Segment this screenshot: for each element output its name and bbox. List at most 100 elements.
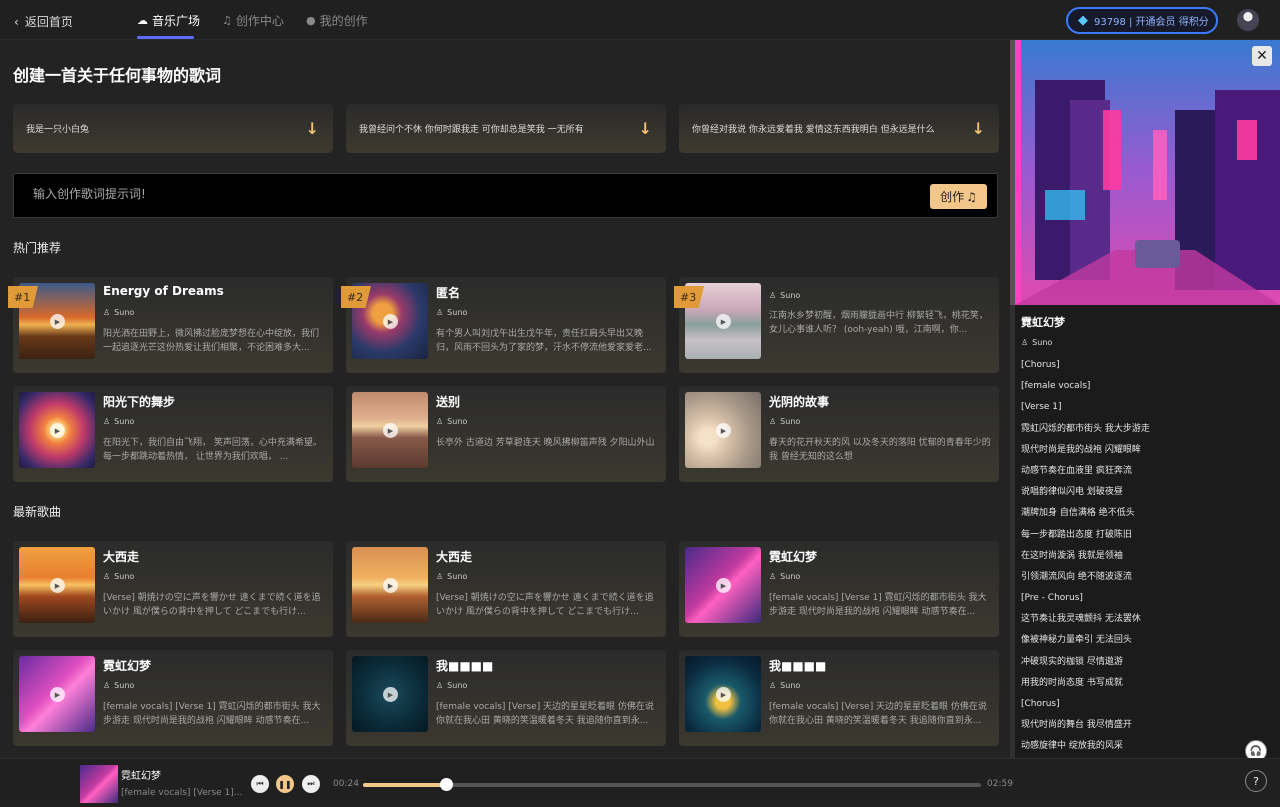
song-card[interactable]: ▶ #3 ♙ Suno 江南水乡梦初醒，烟雨朦胧画中行 柳絮轻飞，桃花笑，女儿心事… bbox=[674, 277, 999, 373]
lyric-line: 动感节奏在血液里 疯狂奔流 bbox=[1021, 465, 1132, 476]
back-home-link[interactable]: ‹ 返回首页 bbox=[14, 13, 73, 30]
song-card[interactable]: ▶ 霓虹幻梦 ♙ Suno [female vocals] [Verse 1] 霓… bbox=[13, 650, 333, 746]
song-card[interactable]: ▶ 光阴的故事 ♙ Suno 春天的花开秋天的风 以及冬天的落阳 忧郁的青春年少的… bbox=[679, 386, 999, 482]
next-icon[interactable]: ⏭ bbox=[302, 775, 320, 793]
play-icon[interactable]: ▶ bbox=[716, 687, 731, 702]
song-title: 霓虹幻梦 bbox=[769, 550, 818, 564]
play-icon[interactable]: ▶ bbox=[50, 578, 65, 593]
play-icon[interactable]: ▶ bbox=[716, 578, 731, 593]
active-tab-indicator bbox=[137, 36, 194, 39]
lyric-line: [female vocals] bbox=[1021, 381, 1091, 392]
song-cover: ▶ bbox=[352, 656, 428, 732]
tab-my-creations[interactable]: ● 我的创作 bbox=[306, 12, 368, 29]
song-desc: [female vocals] [Verse] 天边的星星眨着眼 仿佛在说你就在… bbox=[769, 702, 987, 726]
song-cover: ▶ bbox=[19, 656, 95, 732]
play-icon[interactable]: ▶ bbox=[383, 578, 398, 593]
vip-button[interactable]: ◆ 93798 | 开通会员 得积分 bbox=[1066, 7, 1218, 34]
song-card[interactable]: ▶ 大西走 ♙ Suno [Verse] 朝焼けの空に声を響かせ 遠くまで続く道を… bbox=[13, 541, 333, 637]
play-icon[interactable]: ▶ bbox=[383, 423, 398, 438]
lyric-line: 现代时尚是我的战袍 闪耀眼眸 bbox=[1021, 444, 1141, 455]
tab-music-square[interactable]: ☁ 音乐广场 bbox=[137, 12, 200, 29]
prev-icon[interactable]: ⏮ bbox=[251, 775, 269, 793]
play-icon[interactable]: ▶ bbox=[716, 314, 731, 329]
song-author: ♙ Suno bbox=[103, 417, 134, 426]
prompt-text: 我是一只小白兔 bbox=[26, 125, 90, 135]
song-author: ♙ Suno bbox=[436, 417, 467, 426]
lyric-line: 每一步都踏出态度 打破陈旧 bbox=[1021, 529, 1132, 540]
song-desc: 在阳光下，我们自由飞翔， 笑声回荡，心中充满希望。 每一步都跳动着热情， 让世界… bbox=[103, 438, 322, 462]
prompt-text: 你曾经对我说 你永远爱着我 爱情这东西我明白 但永远是什么 bbox=[692, 125, 935, 135]
song-title: 大西走 bbox=[103, 550, 140, 564]
detail-song-author: ♙ Suno bbox=[1021, 338, 1052, 347]
user-icon: ♙ bbox=[769, 681, 777, 690]
song-title: 我■■■■ bbox=[769, 659, 827, 673]
song-author: ♙ Suno bbox=[436, 681, 467, 690]
song-title: 大西走 bbox=[436, 550, 473, 564]
song-desc: [Verse] 朝焼けの空に声を響かせ 遠くまで続く道を追いかけ 風が僕らの背中… bbox=[103, 593, 321, 617]
prompt-suggestion[interactable]: 我曾经问个不休 你何时跟我走 可你却总是笑我 一无所有 ↓ bbox=[346, 104, 666, 153]
lyric-line: [Pre - Chorus] bbox=[1021, 593, 1083, 604]
author-name: Suno bbox=[447, 681, 468, 690]
avatar[interactable] bbox=[1237, 9, 1259, 31]
song-card[interactable]: ▶ 大西走 ♙ Suno [Verse] 朝焼けの空に声を響かせ 遠くまで続く道を… bbox=[346, 541, 666, 637]
play-icon[interactable]: ▶ bbox=[50, 687, 65, 702]
create-button[interactable]: 创作 ♫ bbox=[930, 184, 987, 209]
lyrics-list: [Chorus] [female vocals] [Verse 1] 霓虹闪烁的… bbox=[1021, 358, 1271, 758]
user-icon: ♙ bbox=[103, 572, 111, 581]
lyric-line: 这节奏让我灵魂颤抖 无法罢休 bbox=[1021, 614, 1141, 625]
player-subtitle: [female vocals] [Verse 1]... bbox=[121, 788, 243, 798]
play-icon[interactable]: ▶ bbox=[50, 423, 65, 438]
song-cover: ▶ bbox=[19, 547, 95, 623]
song-card[interactable]: ▶ #2 匿名 ♙ Suno 有个男人叫刘戊午出生戊午年，责任扛肩头早出又晚归，风… bbox=[341, 277, 666, 373]
song-author: ♙ Suno bbox=[436, 572, 467, 581]
lyric-line: 引领潮流风向 绝不随波逐流 bbox=[1021, 571, 1132, 582]
progress-knob[interactable] bbox=[439, 778, 453, 791]
help-icon[interactable]: ? bbox=[1245, 770, 1267, 792]
prompt-suggestion[interactable]: 我是一只小白兔 ↓ bbox=[13, 104, 333, 153]
song-desc: 春天的花开秋天的风 以及冬天的落阳 忧郁的青春年少的我 曾经无知的这么想 bbox=[769, 438, 991, 462]
play-icon[interactable]: ▶ bbox=[50, 314, 65, 329]
song-card[interactable]: ▶ 送别 ♙ Suno 长亭外 古道边 芳草碧连天 晚风拂柳笛声残 夕阳山外山 bbox=[346, 386, 666, 482]
tab-creation-center[interactable]: ♫ 创作中心 bbox=[222, 12, 284, 29]
lyric-line: 说唱韵律似闪电 划破夜昼 bbox=[1021, 487, 1123, 498]
vip-label: 93798 | 开通会员 得积分 bbox=[1094, 17, 1209, 28]
song-card[interactable]: ▶ 我■■■■ ♙ Suno [female vocals] [Verse] 天边… bbox=[679, 650, 999, 746]
player-title: 霓虹幻梦 bbox=[121, 771, 161, 782]
tab-label: 音乐广场 bbox=[152, 14, 201, 28]
user-icon: ♙ bbox=[436, 417, 444, 426]
user-icon: ♙ bbox=[436, 572, 444, 581]
pause-icon[interactable]: ❚❚ bbox=[276, 775, 294, 793]
close-icon[interactable]: ✕ bbox=[1252, 46, 1272, 66]
song-author: ♙ Suno bbox=[436, 308, 467, 317]
song-card[interactable]: ▶ #1 Energy of Dreams ♙ Suno 阳光洒在田野上，微风拂过… bbox=[8, 277, 333, 373]
diamond-icon: ◆ bbox=[1078, 13, 1088, 28]
album-art-image bbox=[1015, 40, 1280, 305]
back-home-label: 返回首页 bbox=[24, 15, 73, 29]
author-name: Suno bbox=[447, 572, 468, 581]
song-card[interactable]: ▶ 阳光下的舞步 ♙ Suno 在阳光下，我们自由飞翔， 笑声回荡，心中充满希望。… bbox=[13, 386, 333, 482]
music-square-icon: ☁ bbox=[137, 14, 148, 27]
author-name: Suno bbox=[114, 572, 135, 581]
user-icon: ♙ bbox=[769, 417, 777, 426]
play-icon[interactable]: ▶ bbox=[383, 314, 398, 329]
lyrics-prompt-input[interactable] bbox=[33, 187, 833, 201]
lyric-line: 潮牌加身 自信满格 绝不低头 bbox=[1021, 508, 1135, 519]
user-icon: ♙ bbox=[769, 572, 777, 581]
play-icon[interactable]: ▶ bbox=[383, 687, 398, 702]
lyric-line: [Verse 1] bbox=[1021, 402, 1062, 413]
song-card[interactable]: ▶ 我■■■■ ♙ Suno [female vocals] [Verse] 天边… bbox=[346, 650, 666, 746]
lyric-line: 在这时尚漩涡 我就是领袖 bbox=[1021, 550, 1123, 561]
author-name: Suno bbox=[780, 417, 801, 426]
play-icon[interactable]: ▶ bbox=[716, 423, 731, 438]
song-desc: [female vocals] [Verse 1] 霓虹闪烁的都市街头 我大步游… bbox=[103, 702, 321, 726]
song-author: ♙ Suno bbox=[103, 572, 134, 581]
lyric-line: [Chorus] bbox=[1021, 699, 1060, 709]
progress-fill bbox=[363, 783, 446, 787]
page-title: 创建一首关于任何事物的歌词 bbox=[13, 66, 222, 85]
prompt-suggestion[interactable]: 你曾经对我说 你永远爱着我 爱情这东西我明白 但永远是什么 ↓ bbox=[679, 104, 999, 153]
song-card[interactable]: ▶ 霓虹幻梦 ♙ Suno [female vocals] [Verse 1] 霓… bbox=[679, 541, 999, 637]
progress-bar[interactable] bbox=[363, 778, 981, 791]
author-name: Suno bbox=[780, 681, 801, 690]
song-desc: [Verse] 朝焼けの空に声を響かせ 遠くまで続く道を追いかけ 風が僕らの背中… bbox=[436, 593, 654, 617]
song-author: ♙ Suno bbox=[103, 308, 134, 317]
